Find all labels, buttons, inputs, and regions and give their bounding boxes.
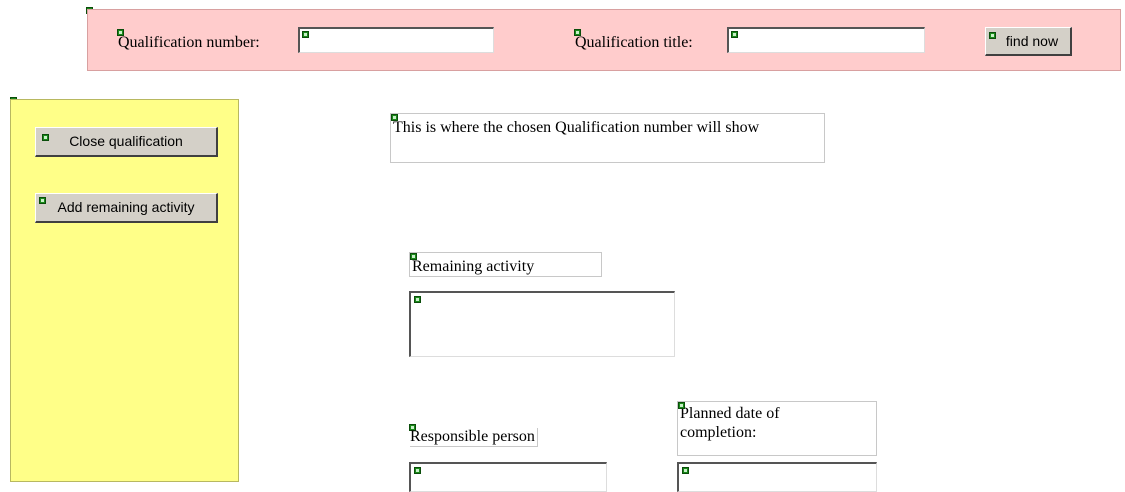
placeholder-marker-icon: [682, 467, 689, 474]
close-qualification-button[interactable]: Close qualification: [35, 127, 218, 157]
search-bar: Qualification number: Qualification titl…: [87, 9, 1121, 71]
responsible-person-input[interactable]: [409, 462, 607, 492]
placeholder-marker-icon: [414, 467, 421, 474]
placeholder-marker-icon: [42, 134, 49, 141]
placeholder-marker-icon: [410, 253, 417, 260]
placeholder-marker-icon: [678, 402, 685, 409]
remaining-activity-input[interactable]: [409, 291, 675, 357]
placeholder-marker-icon: [391, 114, 398, 121]
close-qualification-label: Close qualification: [69, 133, 183, 149]
add-remaining-activity-label: Add remaining activity: [57, 199, 195, 215]
placeholder-marker-icon: [731, 31, 738, 38]
placeholder-marker-icon: [414, 296, 421, 303]
planned-date-label: Planned date of completion:: [680, 405, 780, 441]
placeholder-marker-icon: [989, 32, 996, 39]
qualification-number-input[interactable]: [298, 27, 494, 53]
remaining-activity-label: Remaining activity: [412, 258, 535, 275]
find-now-label: find now: [1005, 33, 1059, 49]
find-now-button[interactable]: find now: [985, 27, 1072, 56]
placeholder-marker-icon: [39, 197, 46, 204]
remaining-activity-label-box: Remaining activity: [409, 252, 602, 277]
add-remaining-activity-button[interactable]: Add remaining activity: [35, 193, 218, 223]
qualification-title-input[interactable]: [727, 27, 925, 53]
responsible-person-label: Responsible person: [410, 428, 538, 447]
side-panel: Close qualification Add remaining activi…: [10, 99, 239, 482]
qualification-title-label: Qualification title:: [575, 34, 693, 51]
qualification-number-label: Qualification number:: [118, 34, 260, 51]
chosen-qualification-text: This is where the chosen Qualification n…: [393, 119, 760, 136]
placeholder-marker-icon: [302, 31, 309, 38]
chosen-qualification-display: This is where the chosen Qualification n…: [390, 113, 825, 163]
planned-date-label-box: Planned date of completion:: [677, 401, 877, 456]
planned-date-input[interactable]: [677, 462, 877, 492]
